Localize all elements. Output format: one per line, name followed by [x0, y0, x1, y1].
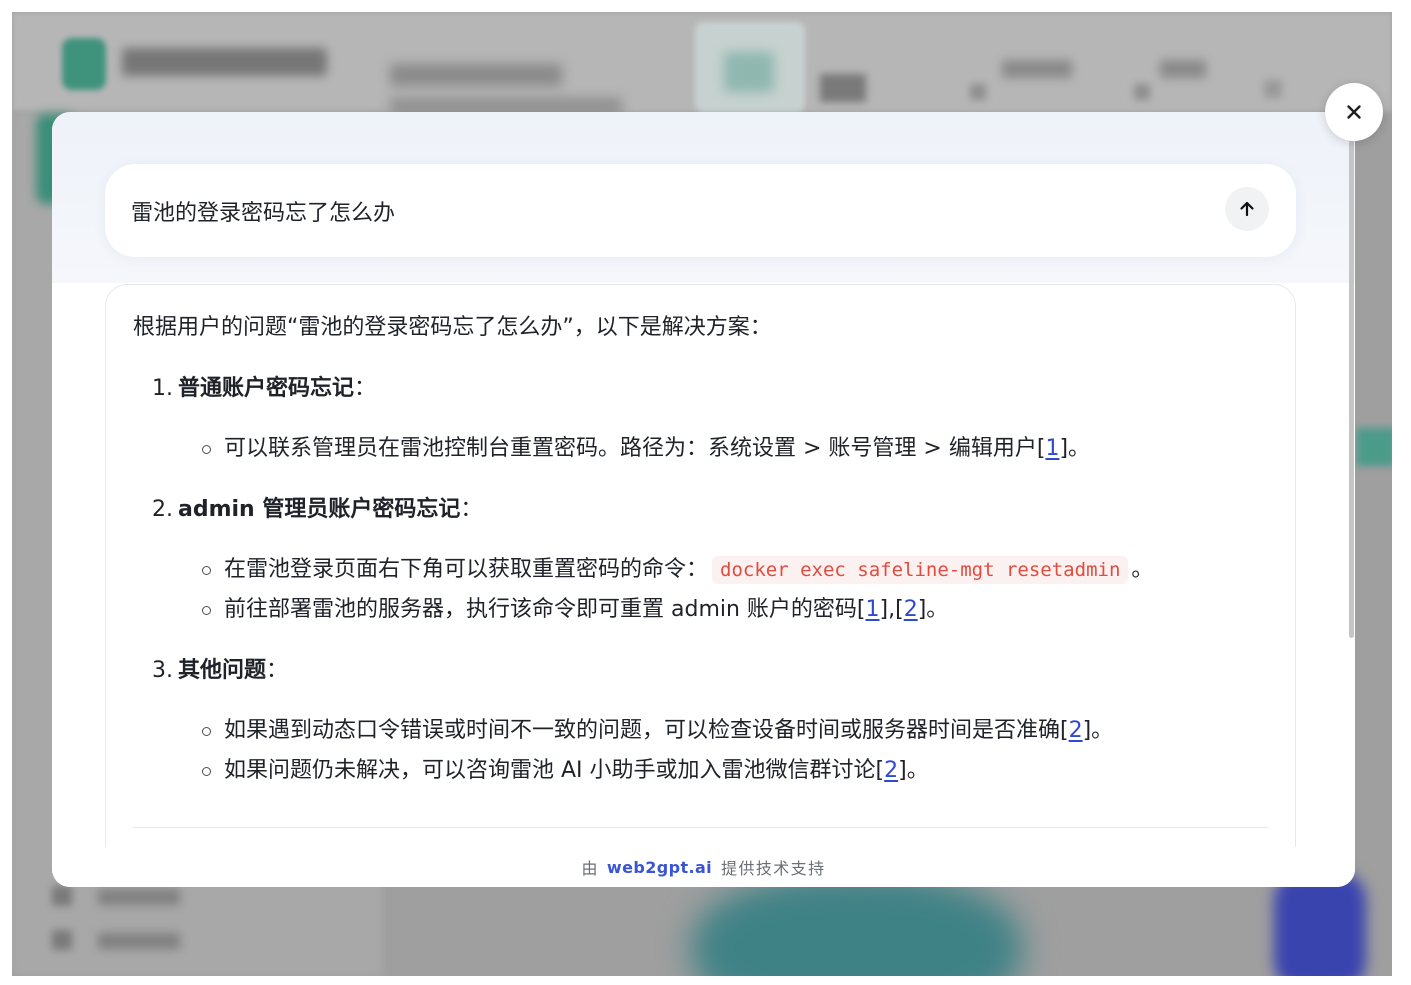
section-title: 普通账户密码忘记 — [178, 376, 355, 401]
bullet-marker — [202, 727, 211, 736]
section-heading: 1. 普通账户密码忘记： — [133, 369, 1268, 409]
bullet-list: 在雷池登录页面右下角可以获取重置密码的命令： docker exec safeli… — [133, 550, 1268, 630]
answer-bullet: 前往部署雷池的服务器，执行该命令即可重置 admin 账户的密码[1],[2]。 — [133, 590, 1268, 630]
bullet-list: 可以联系管理员在雷池控制台重置密码。路径为：系统设置 > 账号管理 > 编辑用户… — [133, 429, 1268, 469]
command-code[interactable]: docker exec safeline-mgt resetadmin — [712, 556, 1129, 584]
background-icon-blur — [52, 886, 72, 906]
section-colon: ： — [354, 376, 377, 401]
background-icon-blur — [970, 84, 986, 100]
section-number: 1. — [152, 376, 173, 401]
section-number: 3. — [152, 658, 173, 683]
bullet-marker — [202, 606, 211, 615]
chat-modal: 雷池的登录密码忘了怎么办 根据用户的问题“雷池的登录密码忘了怎么办”，以下是解决… — [52, 112, 1355, 887]
background-text-blur — [98, 889, 180, 905]
bullet-suffix: ]。 — [898, 758, 929, 783]
background-icon-blur — [52, 930, 72, 950]
question-text: 雷池的登录密码忘了怎么办 — [131, 200, 396, 226]
bullet-text: 可以联系管理员在雷池控制台重置密码。路径为：系统设置 > 账号管理 > 编辑用户… — [224, 436, 1046, 461]
scrollbar-thumb[interactable] — [1349, 140, 1354, 638]
brand-link[interactable]: web2gpt.ai — [607, 858, 712, 877]
background-text-blur — [820, 74, 866, 102]
question-input[interactable]: 雷池的登录密码忘了怎么办 — [105, 164, 1296, 257]
close-button[interactable] — [1325, 83, 1383, 141]
close-icon — [1347, 105, 1361, 119]
reference-link[interactable]: 2 — [1069, 718, 1083, 743]
answer-bullet: 如果问题仍未解决，可以咨询雷池 AI 小助手或加入雷池微信群讨论[2]。 — [133, 751, 1268, 791]
background-title-blur — [122, 48, 327, 76]
bullet-text: 如果问题仍未解决，可以咨询雷池 AI 小助手或加入雷池微信群讨论[ — [224, 758, 885, 783]
answer-card: 根据用户的问题“雷池的登录密码忘了怎么办”，以下是解决方案： 1. 普通账户密码忘… — [105, 284, 1296, 847]
bullet-suffix: 。 — [1131, 557, 1154, 582]
arrow-up-icon — [1240, 201, 1254, 217]
send-button[interactable] — [1225, 187, 1269, 231]
section-title: admin 管理员账户密码忘记 — [178, 497, 461, 522]
background-assistant-blur — [1274, 872, 1366, 976]
bullet-marker — [202, 767, 211, 776]
reference-separator: ],[ — [879, 597, 904, 622]
reference-link[interactable]: 1 — [866, 597, 880, 622]
background-text-blur — [1160, 60, 1206, 78]
answer-section-1: 1. 普通账户密码忘记： 可以联系管理员在雷池控制台重置密码。路径为：系统设置 >… — [133, 369, 1268, 469]
footer-suffix: 提供技术支持 — [721, 859, 826, 878]
footer-prefix: 由 — [581, 859, 599, 878]
answer-section-2: 2. admin 管理员账户密码忘记： 在雷池登录页面右下角可以获取重置密码的命令… — [133, 490, 1268, 630]
reference-link[interactable]: 2 — [904, 597, 918, 622]
background-icon-blur — [1264, 80, 1282, 98]
background-tab-blur — [724, 52, 774, 92]
answer-bullet: 在雷池登录页面右下角可以获取重置密码的命令： docker exec safeli… — [133, 550, 1268, 590]
bullet-suffix: ]。 — [1059, 436, 1091, 461]
reference-link[interactable]: 1 — [1045, 436, 1059, 461]
powered-by-footer: 由 web2gpt.ai 提供技术支持 — [52, 847, 1355, 887]
reference-link[interactable]: 2 — [884, 758, 898, 783]
background-logo — [62, 38, 106, 90]
bullet-text: 在雷池登录页面右下角可以获取重置密码的命令： — [224, 557, 709, 582]
answer-divider — [133, 827, 1268, 828]
section-heading: 2. admin 管理员账户密码忘记： — [133, 490, 1268, 530]
bullet-suffix: ]。 — [1082, 718, 1114, 743]
bullet-marker — [202, 566, 211, 575]
answer-section-3: 3. 其他问题： 如果遇到动态口令错误或时间不一致的问题，可以检查设备时间或服务器… — [133, 651, 1268, 791]
background-text-blur — [1002, 60, 1072, 78]
answer-intro: 根据用户的问题“雷池的登录密码忘了怎么办”，以下是解决方案： — [133, 315, 772, 340]
bullet-suffix: ]。 — [917, 597, 949, 622]
background-icon-blur — [1134, 84, 1150, 100]
section-heading: 3. 其他问题： — [133, 651, 1268, 691]
section-number: 2. — [152, 497, 173, 522]
section-colon: ： — [266, 658, 289, 683]
modal-scroll-area[interactable]: 雷池的登录密码忘了怎么办 根据用户的问题“雷池的登录密码忘了怎么办”，以下是解决… — [52, 112, 1355, 847]
bullet-text: 如果遇到动态口令错误或时间不一致的问题，可以检查设备时间或服务器时间是否准确[ — [224, 718, 1069, 743]
section-colon: ： — [460, 497, 483, 522]
bullet-list: 如果遇到动态口令错误或时间不一致的问题，可以检查设备时间或服务器时间是否准确[2… — [133, 711, 1268, 791]
background-text-blur — [390, 64, 562, 86]
background-button-blur — [1356, 428, 1392, 466]
answer-bullet: 如果遇到动态口令错误或时间不一致的问题，可以检查设备时间或服务器时间是否准确[2… — [133, 711, 1268, 751]
background-text-blur — [98, 933, 180, 949]
background-map-blur — [692, 874, 1022, 976]
bullet-text: 前往部署雷池的服务器，执行该命令即可重置 admin 账户的密码[ — [224, 597, 866, 622]
section-title: 其他问题 — [178, 658, 267, 683]
answer-bullet: 可以联系管理员在雷池控制台重置密码。路径为：系统设置 > 账号管理 > 编辑用户… — [133, 429, 1268, 469]
bullet-marker — [202, 445, 211, 454]
